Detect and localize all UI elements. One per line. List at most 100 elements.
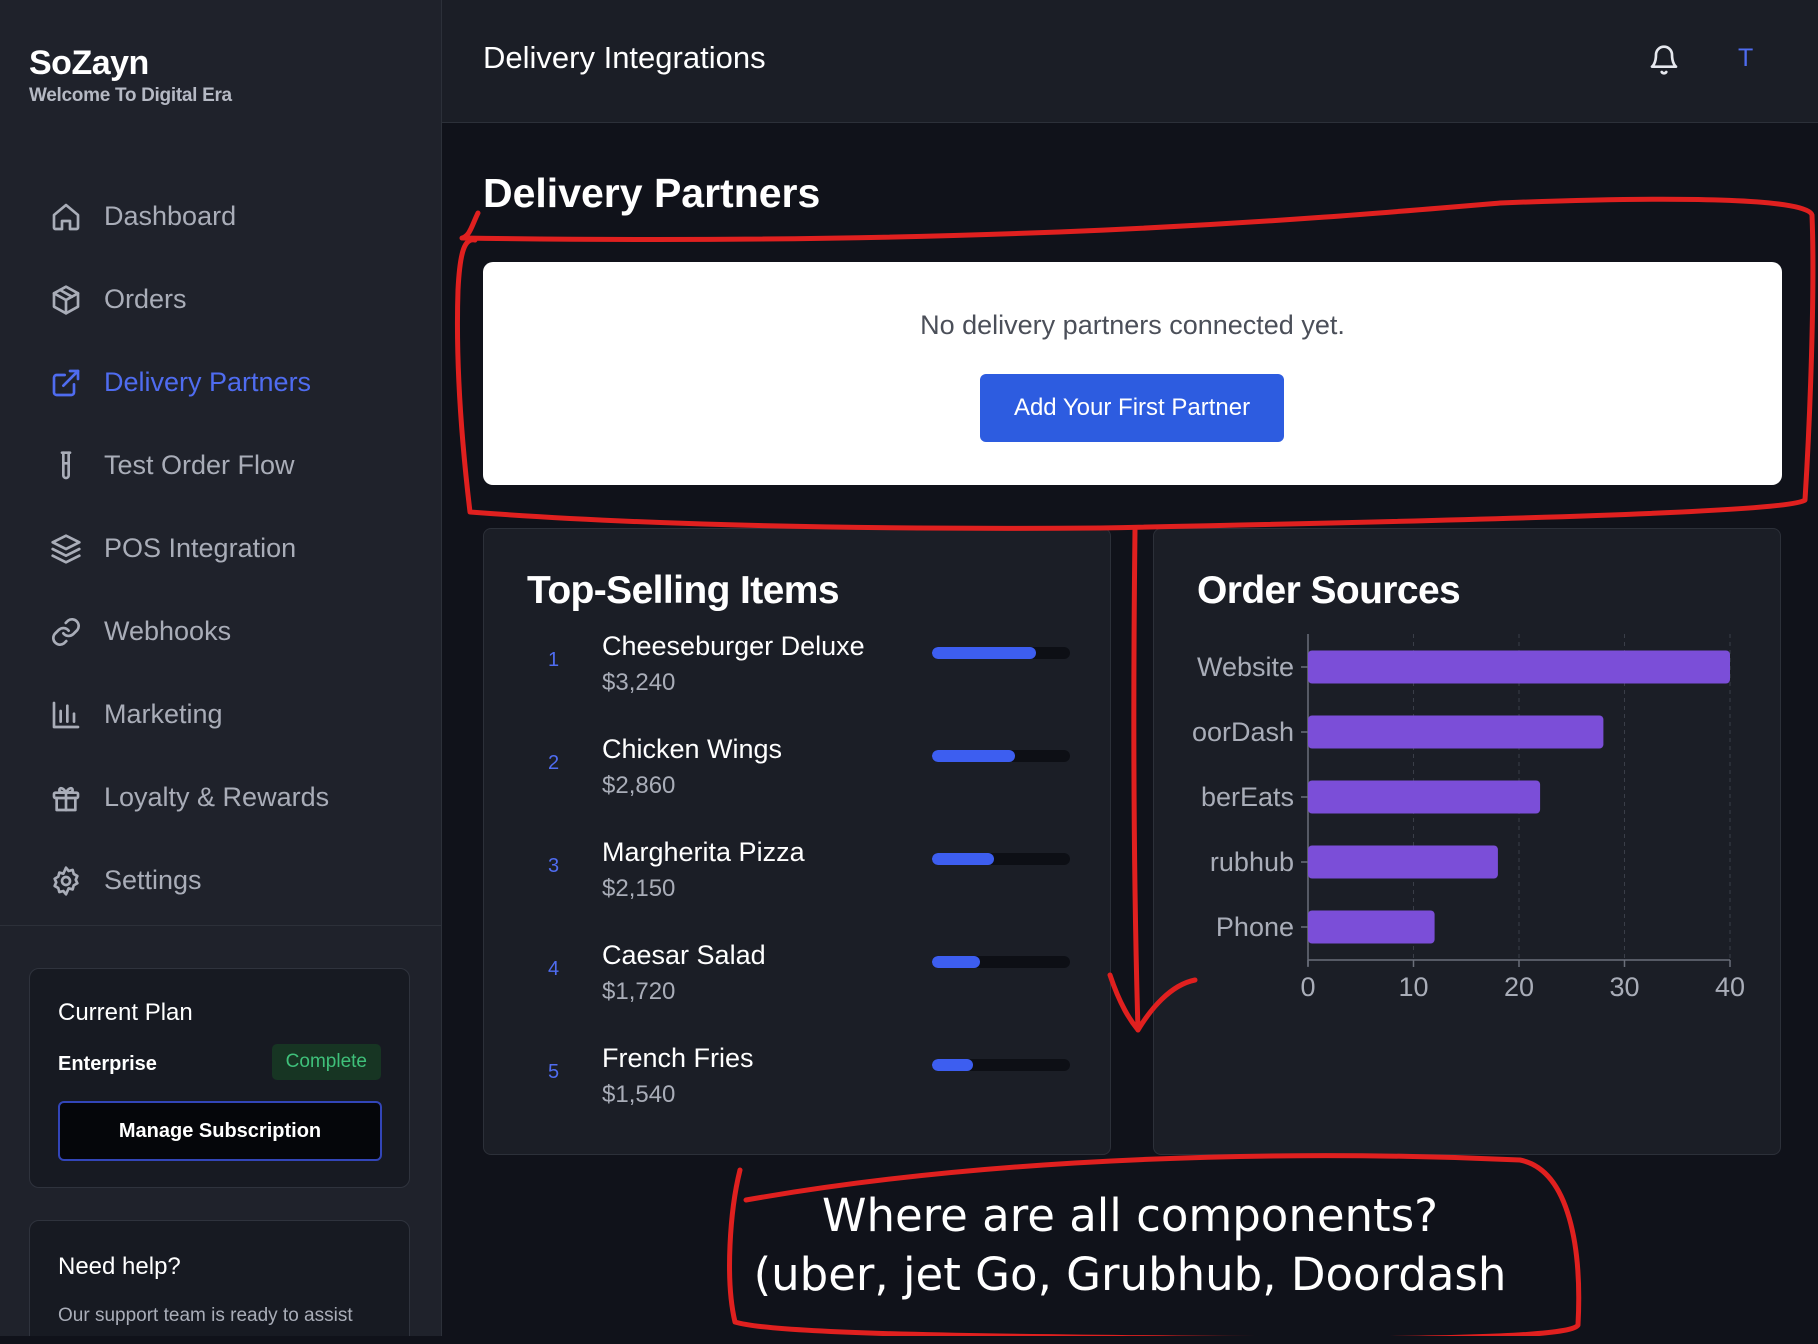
section-title: Delivery Partners xyxy=(483,170,821,216)
item-progress-track xyxy=(932,853,1070,865)
test-tube-icon xyxy=(50,450,82,482)
top-bar: Delivery Integrations T xyxy=(442,0,1818,123)
list-item: 1 Cheeseburger Deluxe $3,240 xyxy=(484,631,1110,734)
plan-title: Current Plan xyxy=(58,999,193,1026)
order-sources-chart: Website oorDash berEats rubhub Phone0 10 20 30 4… xyxy=(1192,634,1745,1002)
plan-status-badge: Complete xyxy=(271,1044,381,1080)
item-price: $2,150 xyxy=(602,875,676,902)
bar xyxy=(1308,910,1435,944)
item-price: $2,860 xyxy=(602,772,676,799)
bar xyxy=(1308,780,1541,814)
bar xyxy=(1308,715,1604,749)
x-tick-label: 30 xyxy=(1609,972,1639,1002)
item-progress-fill xyxy=(932,750,1015,762)
sidebar: SoZayn Welcome To Digital Era Dashboard … xyxy=(0,0,442,1336)
list-item: 5 French Fries $1,540 xyxy=(484,1043,1110,1146)
gift-icon xyxy=(50,782,82,814)
item-price: $1,540 xyxy=(602,1081,676,1108)
item-progress-fill xyxy=(932,1059,974,1071)
sidebar-item-label: Settings xyxy=(104,865,202,895)
list-item: 3 Margherita Pizza $2,150 xyxy=(484,837,1110,940)
sidebar-item-settings[interactable]: Settings xyxy=(0,839,441,922)
home-icon xyxy=(50,201,82,233)
sidebar-item-label: Marketing xyxy=(104,699,223,729)
item-rank: 4 xyxy=(548,958,560,980)
sidebar-item-orders[interactable]: Orders xyxy=(0,258,441,341)
item-name: French Fries xyxy=(602,1043,754,1073)
item-progress-fill xyxy=(932,853,995,865)
top-selling-panel: Top-Selling Items 1 Cheeseburger Deluxe $3… xyxy=(483,528,1111,1155)
item-rank: 3 xyxy=(548,855,560,877)
annotation-line-2: (uber, jet Go, Grubhub, Doordash xyxy=(753,1248,1507,1301)
sidebar-item-test-order-flow[interactable]: Test Order Flow xyxy=(0,424,441,507)
bell-icon[interactable] xyxy=(1648,44,1680,76)
item-name: Chicken Wings xyxy=(602,734,783,764)
external-link-icon xyxy=(50,367,82,399)
list-item: 4 Caesar Salad $1,720 xyxy=(484,940,1110,1043)
item-rank: 2 xyxy=(548,752,560,774)
brand[interactable]: SoZayn Welcome To Digital Era xyxy=(29,44,232,107)
sidebar-item-label: Loyalty & Rewards xyxy=(104,782,330,812)
sidebar-item-webhooks[interactable]: Webhooks xyxy=(0,590,441,673)
current-plan-card: Current Plan Enterprise Complete Manage … xyxy=(29,968,410,1188)
add-first-partner-button[interactable]: Add Your First Partner xyxy=(980,374,1284,442)
bottom-strip xyxy=(0,1336,1818,1344)
panel-title: Top-Selling Items xyxy=(527,569,840,612)
item-progress-fill xyxy=(932,956,981,968)
y-tick-label: Phone xyxy=(1216,912,1294,942)
sidebar-item-label: POS Integration xyxy=(104,533,297,563)
item-rank: 5 xyxy=(548,1061,560,1083)
annotation-line-1: Where are all components? xyxy=(821,1189,1439,1242)
y-tick-label: Website xyxy=(1197,652,1294,682)
sidebar-item-label: Delivery Partners xyxy=(104,367,312,397)
sidebar-item-label: Dashboard xyxy=(104,201,237,231)
sidebar-item-label: Test Order Flow xyxy=(104,450,295,480)
item-rank: 1 xyxy=(548,649,560,671)
item-progress-track xyxy=(932,750,1070,762)
y-tick-label: rubhub xyxy=(1210,847,1294,877)
package-icon xyxy=(50,284,82,316)
manage-subscription-button[interactable]: Manage Subscription xyxy=(58,1101,382,1161)
x-tick-label: 20 xyxy=(1504,972,1534,1002)
gear-icon xyxy=(50,865,82,897)
item-name: Margherita Pizza xyxy=(602,837,805,867)
layers-icon xyxy=(50,533,82,565)
help-title: Need help? xyxy=(58,1253,181,1280)
item-price: $1,720 xyxy=(602,978,676,1005)
brand-tagline: Welcome To Digital Era xyxy=(29,85,232,106)
sidebar-item-marketing[interactable]: Marketing xyxy=(0,673,441,756)
bar-chart-icon xyxy=(50,699,82,731)
sidebar-item-pos-integration[interactable]: POS Integration xyxy=(0,507,441,590)
page-title: Delivery Integrations xyxy=(483,40,766,75)
item-progress-fill xyxy=(932,647,1036,659)
help-text: Our support team is ready to assist you … xyxy=(58,1305,353,1336)
bar xyxy=(1308,650,1730,684)
sidebar-divider xyxy=(0,925,441,926)
item-name: Caesar Salad xyxy=(602,940,766,970)
item-progress-track xyxy=(932,956,1070,968)
empty-state-message: No delivery partners connected yet. xyxy=(920,310,1345,340)
y-tick-label: oorDash xyxy=(1192,717,1294,747)
sidebar-item-dashboard[interactable]: Dashboard xyxy=(0,175,441,258)
list-item: 2 Chicken Wings $2,860 xyxy=(484,734,1110,837)
order-sources-panel: Order Sources Website oorDash berEats rubhu… xyxy=(1153,528,1781,1155)
item-progress-track xyxy=(932,1059,1070,1071)
sidebar-item-loyalty-rewards[interactable]: Loyalty & Rewards xyxy=(0,756,441,839)
help-card: Need help? Our support team is ready to … xyxy=(29,1220,410,1336)
x-tick-label: 10 xyxy=(1398,972,1428,1002)
sidebar-item-label: Webhooks xyxy=(104,616,232,646)
bar xyxy=(1308,845,1498,879)
plan-name: Enterprise xyxy=(58,1053,157,1075)
x-tick-label: 40 xyxy=(1715,972,1745,1002)
empty-state-card: No delivery partners connected yet. Add … xyxy=(483,262,1782,485)
item-progress-track xyxy=(932,647,1070,659)
sidebar-item-label: Orders xyxy=(104,284,187,314)
link-icon xyxy=(50,616,82,648)
brand-name: SoZayn xyxy=(29,44,149,82)
item-name: Cheeseburger Deluxe xyxy=(602,631,865,661)
sidebar-item-delivery-partners[interactable]: Delivery Partners xyxy=(0,341,441,424)
item-price: $3,240 xyxy=(602,669,676,696)
sidebar-nav: Dashboard Orders Delivery Partners Test … xyxy=(0,175,441,922)
y-tick-label: berEats xyxy=(1201,782,1294,812)
avatar[interactable]: T xyxy=(1738,44,1753,73)
